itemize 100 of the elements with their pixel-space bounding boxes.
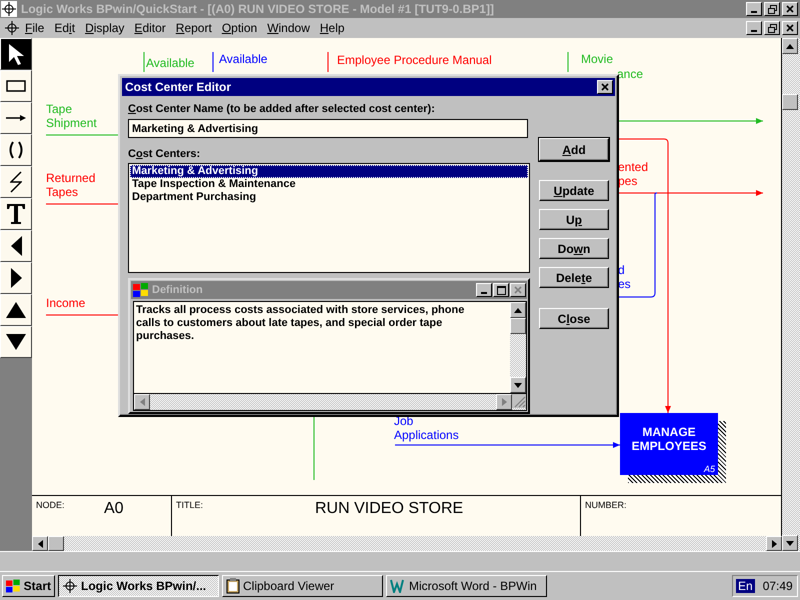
tool-button[interactable] [0,326,32,358]
name-field[interactable]: Marketing & Advertising [128,119,528,138]
box-icon [6,80,26,92]
window-title: Definition [152,284,203,296]
menu-item[interactable]: File [20,21,50,35]
maximize-icon [496,286,506,294]
number-label: NUMBER: [585,500,627,510]
squiggle-icon [10,171,22,193]
list-item[interactable]: Marketing & Advertising [130,165,528,178]
node-label: NODE: [36,500,65,510]
close-icon [786,24,794,32]
scroll-thumb[interactable] [782,94,798,110]
up-icon [5,301,27,319]
tool-button[interactable] [0,294,32,326]
right-icon [10,267,22,289]
activity-box: MANAGE EMPLOYEES A5 [620,413,718,475]
left-icon [10,235,22,257]
tool-button[interactable] [0,70,32,102]
list-item[interactable]: Tape Inspection & Maintenance [130,178,528,191]
node-value: A0 [104,500,124,518]
scroll-up-icon [514,308,522,312]
menu-item[interactable]: Report [170,21,217,35]
start-button[interactable]: Start [2,575,55,597]
tool-button[interactable] [0,38,32,70]
close-button[interactable] [782,2,798,16]
tool-button[interactable] [0,198,32,230]
activity-number: A5 [704,464,715,474]
dialog-title: Cost Center Editor [125,80,232,94]
scroll-thumb[interactable] [48,536,64,551]
leader-line [212,52,214,72]
scrollbar[interactable] [133,393,527,411]
dialog-button[interactable]: Update [539,180,609,201]
minimize-button[interactable] [746,2,762,16]
tool-button[interactable] [0,262,32,294]
menu-item[interactable]: Option [216,21,262,35]
resize-grip-icon[interactable] [512,394,526,408]
arrow-label: Income [46,296,86,310]
list-item[interactable]: Department Purchasing [130,191,528,204]
window-flag-icon [133,283,149,297]
dialog-button[interactable]: Close [539,308,609,329]
clock: 07:49 [762,579,793,593]
restore-button[interactable] [764,21,780,35]
definition-text[interactable]: Tracks all process costs associated with store services, phone calls to customers about late tapes, and special order tape purchases. [134,302,510,393]
crosshair-icon[interactable] [4,20,20,36]
window-title: Logic Works BPwin/QuickStart - [(A0) RUN VIDEO STORE - Model #1 [TUT9-0.BP1]] [21,2,494,16]
menu-item[interactable]: Help [314,21,350,35]
tool-button[interactable] [0,134,32,166]
title-label: TITLE: [176,500,204,510]
minimize-button[interactable] [746,21,762,35]
dialog-button[interactable]: Up [539,209,609,230]
taskbar-button[interactable]: Microsoft Word - BPWin [386,575,547,597]
close-icon [514,286,522,294]
scrollbar[interactable] [510,302,526,393]
menu-item[interactable]: Edit [49,21,80,35]
arrow-label: Employee Procedure Manual [337,53,492,67]
scroll-down-icon [514,382,522,388]
crosshair-icon [62,578,78,594]
arrow-label: Available [146,56,194,70]
down-icon [5,333,27,351]
close-button[interactable] [597,80,613,94]
menu-item[interactable]: Window [262,21,315,35]
scroll-up-icon [786,44,794,48]
close-button[interactable] [782,21,798,35]
scroll-thumb[interactable] [510,318,526,334]
restore-icon [768,24,776,32]
scroll-right-icon [502,398,506,406]
dialog-button[interactable]: Add [539,138,609,161]
tool-button[interactable] [0,166,32,198]
arrow-label: Job Applications [394,414,459,442]
pointer-icon [8,42,24,66]
scroll-right-icon [772,540,776,548]
crosshair-icon [1,1,17,17]
restore-icon [768,4,776,14]
parens-icon [9,141,23,159]
menu-item[interactable]: Display [80,21,130,35]
language-indicator[interactable]: En [736,579,755,593]
tool-button[interactable] [0,230,32,262]
arrow-label: Tape Shipment [46,102,97,130]
windows-flag-icon [6,579,21,593]
menu-item[interactable]: Editor [129,21,171,35]
maximize-button[interactable] [493,283,509,297]
clipboard-icon [226,578,240,594]
close-icon [601,83,609,91]
taskbar-button[interactable]: Logic Works BPwin/... [58,575,219,597]
taskbar-button[interactable]: Clipboard Viewer [222,575,383,597]
dialog-button[interactable]: Delete [539,267,609,288]
arrow-label: Available [219,52,268,66]
scroll-left-icon [38,540,42,548]
tool-button[interactable] [0,102,32,134]
field-label: Cost Center Name (to be added after selected cost center): [128,102,436,116]
w-logo-icon [390,579,406,593]
minimize-button[interactable] [476,283,492,297]
scrollbar[interactable] [32,536,782,551]
scroll-left-icon [140,398,144,406]
diagram-title: RUN VIDEO STORE [315,500,464,518]
close-icon [786,5,794,13]
arrow-icon [5,114,27,122]
dialog-button[interactable]: Down [539,238,609,259]
restore-button[interactable] [764,2,780,16]
scrollbar[interactable] [782,38,800,551]
